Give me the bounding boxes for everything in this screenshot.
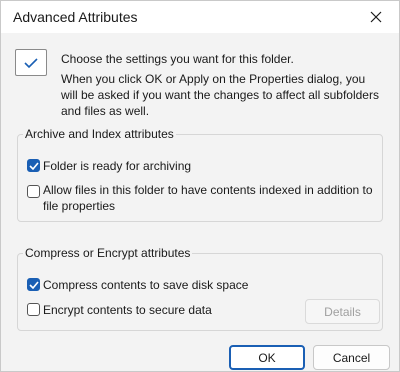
advanced-attributes-dialog: Advanced Attributes Choose the settings …: [0, 0, 400, 372]
close-icon: [370, 11, 382, 23]
compress-contents-label: Compress contents to save disk space: [43, 278, 249, 292]
close-button[interactable]: [359, 3, 393, 31]
archive-index-group-label: Archive and Index attributes: [23, 127, 176, 141]
title-bar: Advanced Attributes: [1, 1, 399, 33]
checkmark-icon: [24, 57, 38, 68]
compress-encrypt-group-label: Compress or Encrypt attributes: [23, 246, 193, 260]
folder-archive-checkbox[interactable]: [27, 159, 40, 172]
cancel-button[interactable]: Cancel: [313, 345, 390, 370]
encrypt-contents-checkbox[interactable]: [27, 303, 40, 316]
details-button[interactable]: Details: [305, 299, 380, 324]
compress-contents-checkbox[interactable]: [27, 278, 40, 291]
intro-description: When you click OK or Apply on the Proper…: [61, 72, 379, 118]
folder-archive-label: Folder is ready for archiving: [43, 159, 192, 173]
dialog-title: Advanced Attributes: [13, 9, 138, 25]
allow-indexing-label: Allow files in this folder to have conte…: [43, 183, 373, 213]
checkmark-icon: [28, 280, 39, 289]
checkmark-icon: [28, 161, 39, 170]
allow-indexing-checkbox[interactable]: [27, 185, 40, 198]
folder-settings-icon: [15, 49, 47, 76]
ok-button[interactable]: OK: [229, 345, 305, 370]
intro-text: Choose the settings you want for this fo…: [61, 52, 294, 66]
encrypt-contents-label: Encrypt contents to secure data: [43, 303, 212, 317]
